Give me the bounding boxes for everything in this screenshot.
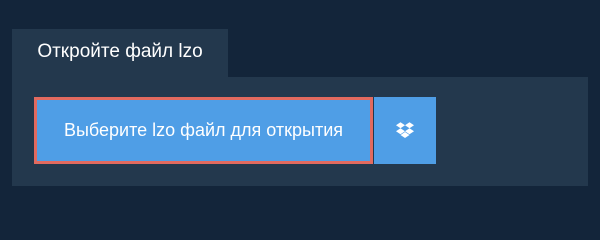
dropbox-button[interactable] — [374, 97, 436, 164]
tab-open-file[interactable]: Откройте файл lzo — [12, 29, 228, 77]
tab-label: Откройте файл lzo — [37, 41, 203, 62]
upload-panel: Выберите lzo файл для открытия — [12, 77, 588, 186]
dropbox-icon — [396, 122, 414, 139]
choose-file-label: Выберите lzo файл для открытия — [63, 120, 344, 140]
choose-file-button[interactable]: Выберите lzo файл для открытия — [34, 97, 373, 164]
